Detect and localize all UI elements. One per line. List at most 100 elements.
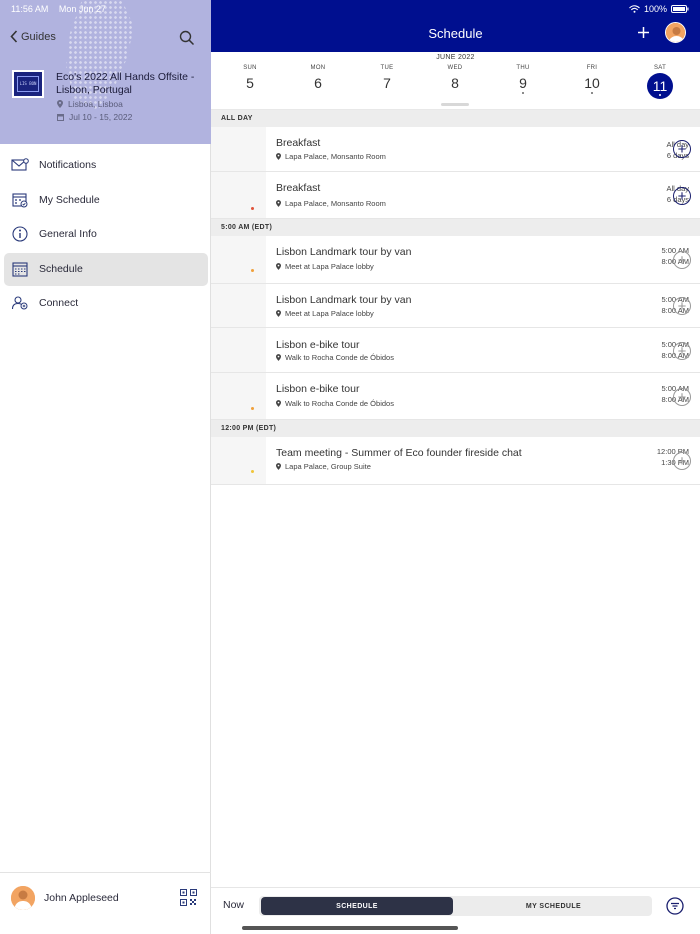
sidebar-item-schedule[interactable]: Schedule xyxy=(0,252,211,287)
status-dot xyxy=(251,269,254,272)
month-label: JUNE 2022 xyxy=(436,54,475,61)
event-location: Walk to Rocha Conde de Óbidos xyxy=(276,399,394,408)
list-item[interactable]: 5:00 AM 8:00 AM Lisbon e-bike tour Walk … xyxy=(211,373,700,420)
day-tue[interactable]: TUE 7 xyxy=(367,65,407,91)
tab-my-schedule[interactable]: MY SCHEDULE xyxy=(455,896,652,916)
location-pin-icon xyxy=(57,100,63,108)
search-button[interactable] xyxy=(179,30,195,51)
schedule-list: ALL DAY All day 6 days Breakfast Lapa Pa… xyxy=(211,110,700,485)
event-location: Lapa Palace, Monsanto Room xyxy=(276,199,386,208)
list-item[interactable]: All day 6 days Breakfast Lapa Palace, Mo… xyxy=(211,172,700,219)
list-item[interactable]: 5:00 AM 8:00 AM Lisbon e-bike tour Walk … xyxy=(211,328,700,373)
battery-icon xyxy=(671,5,689,13)
day-name: SUN xyxy=(243,65,257,71)
tab-schedule[interactable]: SCHEDULE xyxy=(261,897,453,915)
location-pin-icon xyxy=(276,354,281,361)
avatar[interactable] xyxy=(11,886,35,910)
calendar-grid-icon xyxy=(11,260,29,278)
event-location: Meet at Lapa Palace lobby xyxy=(276,309,374,318)
event-location: Walk to Rocha Conde de Óbidos xyxy=(276,353,394,362)
sidebar-item-general-info[interactable]: General Info xyxy=(0,217,211,252)
plus-icon: + xyxy=(677,452,687,470)
sidebar-item-notifications[interactable]: Notifications xyxy=(0,148,211,183)
day-name: THU xyxy=(516,65,530,71)
calendar-check-icon xyxy=(11,191,29,209)
back-button[interactable]: Guides xyxy=(10,30,56,43)
day-sat[interactable]: SAT 11 xyxy=(640,65,680,99)
time-column xyxy=(211,236,266,283)
list-item[interactable]: 12:00 PM 1:30 PM Team meeting - Summer o… xyxy=(211,437,700,485)
add-to-schedule-button[interactable]: + xyxy=(673,342,691,360)
status-dot xyxy=(251,470,254,473)
add-to-schedule-button[interactable]: + xyxy=(673,452,691,470)
sidebar-item-connect[interactable]: Connect xyxy=(0,286,211,321)
event-dates: Jul 10 - 15, 2022 xyxy=(57,112,132,122)
time-column xyxy=(211,437,266,484)
sidebar-item-label: My Schedule xyxy=(39,193,100,206)
add-to-schedule-button[interactable]: + xyxy=(673,187,691,205)
bottom-toolbar: Now SCHEDULE MY SCHEDULE xyxy=(211,887,700,934)
people-icon xyxy=(11,294,29,312)
schedule-main: 100% Schedule JUNE 2022 SUN 5 MON 6 TUE … xyxy=(211,0,700,934)
event-title: Breakfast xyxy=(276,182,321,194)
expand-handle[interactable] xyxy=(441,103,469,106)
event-location-text: Walk to Rocha Conde de Óbidos xyxy=(285,399,394,408)
event-location-text: Meet at Lapa Palace lobby xyxy=(285,262,374,271)
day-thu[interactable]: THU 9 xyxy=(503,65,543,94)
time-column xyxy=(211,373,266,419)
day-wed[interactable]: WED 8 xyxy=(435,65,475,91)
calendar-icon xyxy=(57,114,64,121)
event-location-text: Lapa Palace, Monsanto Room xyxy=(285,199,386,208)
event-indicator-dot xyxy=(659,94,661,96)
section-header: 12:00 PM (EDT) xyxy=(211,420,700,437)
day-mon[interactable]: MON 6 xyxy=(298,65,338,91)
event-thumbnail-text: LIS BON xyxy=(17,76,39,92)
day-name: WED xyxy=(447,65,463,71)
add-to-schedule-button[interactable]: + xyxy=(673,140,691,158)
add-to-schedule-button[interactable]: + xyxy=(673,297,691,315)
event-title: Lisbon Landmark tour by van xyxy=(276,246,412,258)
section-header: ALL DAY xyxy=(211,110,700,127)
battery-percent: 100% xyxy=(643,4,667,14)
top-bar: 100% Schedule xyxy=(211,0,700,52)
list-item[interactable]: 5:00 AM 8:00 AM Lisbon Landmark tour by … xyxy=(211,284,700,328)
section-header: 5:00 AM (EDT) xyxy=(211,219,700,236)
location-pin-icon xyxy=(276,310,281,317)
status-bar-left: 11:56 AM Mon Jun 27 xyxy=(11,4,114,14)
event-title: Team meeting - Summer of Eco founder fir… xyxy=(276,447,522,459)
status-dot xyxy=(251,407,254,410)
now-button[interactable]: Now xyxy=(223,899,244,911)
chevron-left-icon xyxy=(10,30,18,43)
day-number: 6 xyxy=(314,75,322,91)
event-location-text: Meet at Lapa Palace lobby xyxy=(285,309,374,318)
add-to-schedule-button[interactable]: + xyxy=(673,388,691,406)
event-location: Lapa Palace, Group Suite xyxy=(276,462,371,471)
filter-button[interactable] xyxy=(666,897,684,920)
qr-code-button[interactable] xyxy=(180,889,197,911)
sidebar-item-label: General Info xyxy=(39,228,97,241)
plus-icon: + xyxy=(677,187,687,205)
time-column xyxy=(211,127,266,171)
list-item[interactable]: 5:00 AM 8:00 AM Lisbon Landmark tour by … xyxy=(211,236,700,284)
list-item[interactable]: All day 6 days Breakfast Lapa Palace, Mo… xyxy=(211,127,700,172)
user-name: John Appleseed xyxy=(44,892,119,904)
event-title: Breakfast xyxy=(276,137,321,149)
info-icon xyxy=(11,225,29,243)
sidebar-item-label: Notifications xyxy=(39,159,97,172)
status-date: Mon Jun 27 xyxy=(58,4,106,14)
sidebar-item-my-schedule[interactable]: My Schedule xyxy=(0,183,211,218)
day-number: 10 xyxy=(584,75,600,91)
add-button[interactable] xyxy=(637,24,650,42)
profile-avatar[interactable] xyxy=(665,22,686,43)
event-thumbnail: LIS BON xyxy=(12,70,44,98)
day-fri[interactable]: FRI 10 xyxy=(572,65,612,94)
add-to-schedule-button[interactable]: + xyxy=(673,251,691,269)
event-location-text: Lapa Palace, Monsanto Room xyxy=(285,152,386,161)
day-sun[interactable]: SUN 5 xyxy=(230,65,270,91)
day-number: 7 xyxy=(383,75,391,91)
day-name: TUE xyxy=(380,65,394,71)
status-dot xyxy=(251,207,254,210)
day-number: 11 xyxy=(652,78,668,94)
event-location-text: Lisboa, Lisboa xyxy=(68,99,123,109)
day-name: FRI xyxy=(586,65,598,71)
